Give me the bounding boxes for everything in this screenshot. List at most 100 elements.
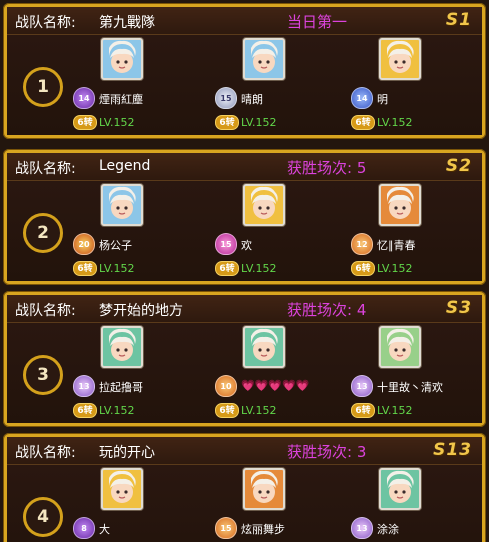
rank-medal-icon: 15 bbox=[215, 87, 237, 109]
team-card-panel: 战队名称: Legend 获胜场次: 5 S2 2 20 杨公子 6转 LV.152 15 欢 6转 L… bbox=[7, 153, 482, 281]
team-stat: 获胜场次: 3 bbox=[287, 443, 367, 461]
team-card-header: 战队名称: 第九戰隊 当日第一 S1 bbox=[7, 7, 482, 35]
member-portrait[interactable] bbox=[379, 468, 421, 510]
team-card[interactable]: 战队名称: Legend 获胜场次: 5 S2 2 20 杨公子 6转 LV.152 15 欢 6转 L… bbox=[3, 149, 486, 285]
avatar-face-icon bbox=[109, 470, 136, 503]
level-value: 152 bbox=[255, 262, 277, 275]
member-portrait[interactable] bbox=[243, 326, 285, 368]
member-level: LV.152 bbox=[377, 262, 413, 275]
avatar-face-icon bbox=[109, 328, 136, 361]
team-member[interactable]: 13涂涂6转LV.152 bbox=[343, 465, 489, 542]
team-member[interactable]: 14 明 6转 LV.152 bbox=[343, 35, 489, 135]
avatar-face-icon bbox=[109, 40, 136, 73]
member-portrait[interactable] bbox=[379, 326, 421, 368]
level-prefix: LV. bbox=[377, 116, 392, 129]
rank-medal-icon: 13 bbox=[73, 375, 95, 397]
rank-medal-icon: 14 bbox=[351, 87, 373, 109]
season-badge: S13 bbox=[433, 440, 472, 460]
member-level: LV.152 bbox=[377, 116, 413, 129]
team-card-panel: 战队名称:玩的开心获胜场次: 3S1348大6转LV.15215炫丽舞步6转LV… bbox=[7, 437, 482, 542]
rebirth-badge: 6转 bbox=[215, 261, 239, 276]
team-stat: 获胜场次: 4 bbox=[287, 301, 367, 319]
team-card[interactable]: 战队名称:玩的开心获胜场次: 3S1348大6转LV.15215炫丽舞步6转LV… bbox=[3, 433, 486, 542]
team-name: 玩的开心 bbox=[99, 445, 155, 461]
level-prefix: LV. bbox=[377, 262, 392, 275]
team-card[interactable]: 战队名称: 第九戰隊 当日第一 S1 1 14 煙雨紅塵 6转 LV.152 15 晴朗 6转 LV.1… bbox=[3, 3, 486, 139]
level-prefix: LV. bbox=[99, 116, 114, 129]
team-card-header: 战队名称: Legend 获胜场次: 5 S2 bbox=[7, 153, 482, 181]
team-card[interactable]: 战队名称: 梦开始的地方 获胜场次: 4 S3 3 13 拉起撸哥 6转 LV.152 10 💗💗💗… bbox=[3, 291, 486, 427]
member-name: 煙雨紅塵 bbox=[99, 93, 143, 106]
member-level: LV.152 bbox=[99, 116, 135, 129]
rank-medal-icon: 13 bbox=[351, 517, 373, 539]
team-member[interactable]: 12 忆∥青春 6转 LV.152 bbox=[343, 181, 489, 281]
avatar-face-icon bbox=[251, 328, 278, 361]
team-member[interactable]: 14 煙雨紅塵 6转 LV.152 bbox=[65, 35, 215, 135]
member-name: 欢 bbox=[241, 239, 252, 252]
rank-medal-icon: 20 bbox=[73, 233, 95, 255]
team-member[interactable]: 8大6转LV.152 bbox=[65, 465, 215, 542]
member-portrait[interactable] bbox=[243, 184, 285, 226]
member-level: LV.152 bbox=[99, 404, 135, 417]
level-value: 152 bbox=[391, 262, 413, 275]
rank-medal-icon: 13 bbox=[351, 375, 373, 397]
rank-circle: 3 bbox=[23, 355, 63, 395]
rebirth-badge: 6转 bbox=[351, 261, 375, 276]
rank-medal-icon: 15 bbox=[215, 517, 237, 539]
member-name: 💗💗💗💗💗 bbox=[241, 379, 310, 392]
team-member[interactable]: 13 十里故丶清欢 6转 LV.152 bbox=[343, 323, 489, 423]
rebirth-badge: 6转 bbox=[351, 115, 375, 130]
member-portrait[interactable] bbox=[101, 468, 143, 510]
team-card-panel: 战队名称: 梦开始的地方 获胜场次: 4 S3 3 13 拉起撸哥 6转 LV.152 10 💗💗💗… bbox=[7, 295, 482, 423]
member-level: LV.152 bbox=[99, 262, 135, 275]
team-name: 梦开始的地方 bbox=[99, 303, 183, 319]
team-name: Legend bbox=[99, 158, 151, 174]
team-member[interactable]: 15炫丽舞步6转LV.152 bbox=[207, 465, 357, 542]
level-prefix: LV. bbox=[377, 404, 392, 417]
level-value: 152 bbox=[255, 116, 277, 129]
avatar-face-icon bbox=[251, 470, 278, 503]
team-card-panel: 战队名称: 第九戰隊 当日第一 S1 1 14 煙雨紅塵 6转 LV.152 15 晴朗 6转 LV.1… bbox=[7, 7, 482, 135]
avatar-face-icon bbox=[387, 328, 414, 361]
level-prefix: LV. bbox=[99, 404, 114, 417]
rank-medal-icon: 12 bbox=[351, 233, 373, 255]
team-ranking-list[interactable]: 战队名称: 第九戰隊 当日第一 S1 1 14 煙雨紅塵 6转 LV.152 15 晴朗 6转 LV.1… bbox=[0, 0, 489, 542]
team-name: 第九戰隊 bbox=[99, 15, 155, 31]
team-card-header: 战队名称: 玩的开心 获胜场次: 3 S13 bbox=[7, 437, 482, 465]
member-portrait[interactable] bbox=[101, 184, 143, 226]
level-value: 152 bbox=[113, 116, 135, 129]
season-badge: S2 bbox=[445, 156, 472, 176]
member-portrait[interactable] bbox=[243, 38, 285, 80]
member-portrait[interactable] bbox=[379, 38, 421, 80]
rebirth-badge: 6转 bbox=[351, 403, 375, 418]
rank-circle: 1 bbox=[23, 67, 63, 107]
member-portrait[interactable] bbox=[243, 468, 285, 510]
member-name: 炫丽舞步 bbox=[241, 523, 285, 536]
team-members-area: 2 20 杨公子 6转 LV.152 15 欢 6转 LV.152 12 忆∥青春 6转 LV.152 bbox=[7, 181, 482, 281]
team-members-area: 48大6转LV.15215炫丽舞步6转LV.15213涂涂6转LV.152 bbox=[7, 465, 482, 542]
member-portrait[interactable] bbox=[379, 184, 421, 226]
level-value: 152 bbox=[391, 404, 413, 417]
member-level: LV.152 bbox=[241, 116, 277, 129]
team-member[interactable]: 15 晴朗 6转 LV.152 bbox=[207, 35, 357, 135]
rank-medal-icon: 8 bbox=[73, 517, 95, 539]
team-name-label: 战队名称: bbox=[15, 445, 76, 461]
member-name: 涂涂 bbox=[377, 523, 399, 536]
member-name: 明 bbox=[377, 93, 388, 106]
level-value: 152 bbox=[391, 116, 413, 129]
member-name: 拉起撸哥 bbox=[99, 381, 143, 394]
season-badge: S1 bbox=[445, 10, 472, 30]
rank-medal-icon: 10 bbox=[215, 375, 237, 397]
member-portrait[interactable] bbox=[101, 38, 143, 80]
rebirth-badge: 6转 bbox=[215, 403, 239, 418]
member-name: 晴朗 bbox=[241, 93, 263, 106]
member-portrait[interactable] bbox=[101, 326, 143, 368]
member-level: LV.152 bbox=[241, 404, 277, 417]
team-member[interactable]: 13 拉起撸哥 6转 LV.152 bbox=[65, 323, 215, 423]
rank-medal-icon: 14 bbox=[73, 87, 95, 109]
team-members-area: 1 14 煙雨紅塵 6转 LV.152 15 晴朗 6转 LV.152 14 明 6转 LV.152 bbox=[7, 35, 482, 135]
team-member[interactable]: 15 欢 6转 LV.152 bbox=[207, 181, 357, 281]
team-member[interactable]: 10 💗💗💗💗💗 6转 LV.152 bbox=[207, 323, 357, 423]
team-member[interactable]: 20 杨公子 6转 LV.152 bbox=[65, 181, 215, 281]
avatar-face-icon bbox=[109, 186, 136, 219]
